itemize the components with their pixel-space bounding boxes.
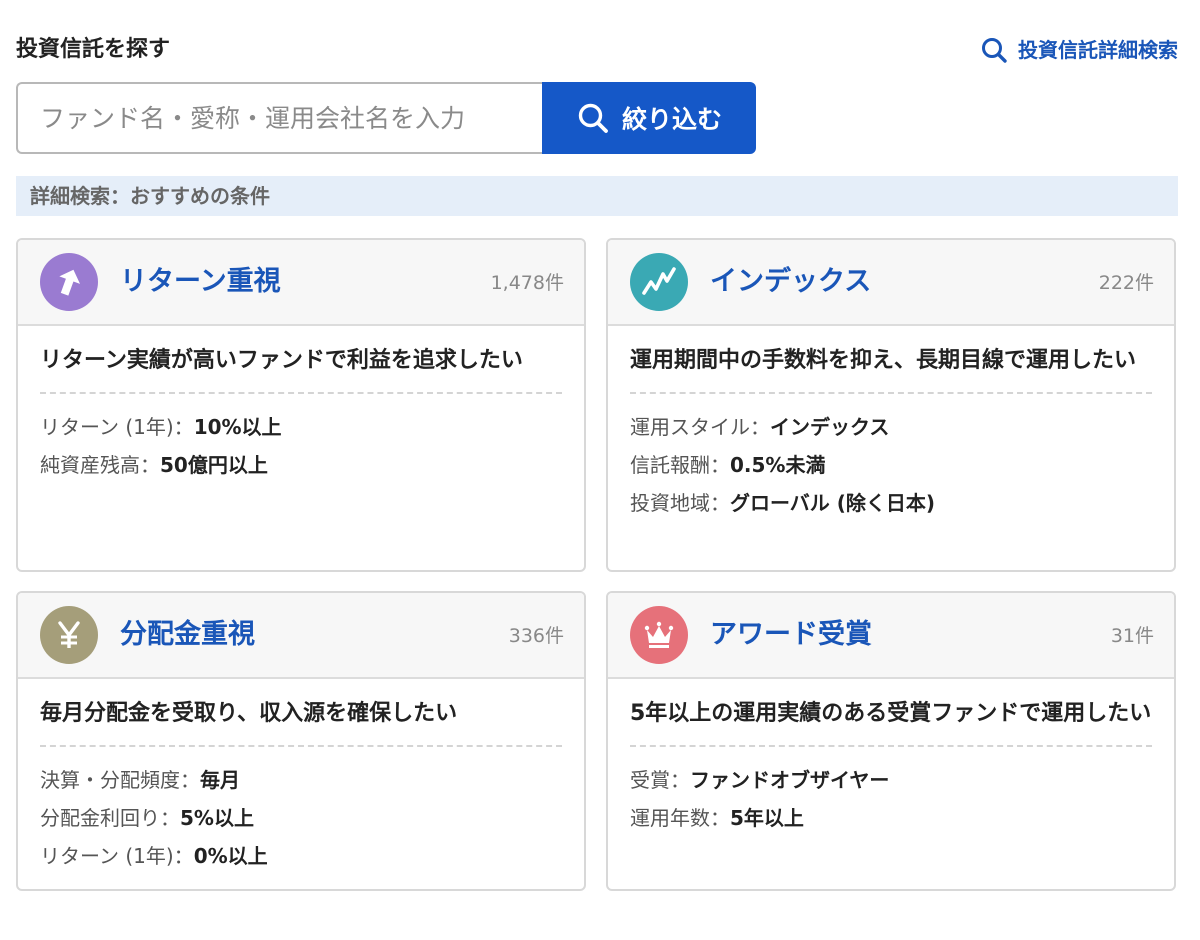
criteria-item: リターン (1年)：10%以上 [40, 415, 282, 439]
fund-search-input[interactable] [16, 82, 542, 154]
criteria-item: 運用年数：5年以上 [630, 806, 804, 830]
search-icon [982, 38, 1007, 63]
card-header[interactable]: リターン重視 1,478件 [18, 240, 584, 326]
card-header[interactable]: アワード受賞 31件 [608, 593, 1174, 679]
page-title: 投資信託を探す [16, 37, 171, 62]
card-description: 運用期間中の手数料を抑え、長期目線で運用したい [630, 344, 1152, 394]
result-count: 336件 [508, 625, 564, 647]
card-title[interactable]: インデックス [710, 262, 871, 302]
up-arrow-icon [40, 253, 98, 311]
criteria-list: 決算・分配頻度：毎月 分配金利回り：5%以上 リターン (1年)：0%以上 [40, 747, 562, 875]
page-header: 投資信託を探す 投資信託詳細検索 [16, 34, 1178, 70]
category-card-index[interactable]: インデックス 222件 運用期間中の手数料を抑え、長期目線で運用したい 運用スタ… [606, 238, 1176, 572]
yen-icon [40, 606, 98, 664]
criteria-list: 受賞：ファンドオブザイヤー 運用年数：5年以上 [630, 747, 1152, 837]
criteria-item: 受賞：ファンドオブザイヤー [630, 768, 890, 792]
criteria-item: 分配金利回り：5%以上 [40, 806, 254, 830]
result-count: 1,478件 [490, 272, 564, 294]
crown-icon [630, 606, 688, 664]
card-title[interactable]: リターン重視 [120, 262, 281, 302]
category-card-award[interactable]: アワード受賞 31件 5年以上の運用実績のある受賞ファンドで運用したい 受賞：フ… [606, 591, 1176, 891]
filter-button-label: 絞り込む [621, 105, 722, 134]
criteria-item: リターン (1年)：0%以上 [40, 844, 268, 868]
category-card-return[interactable]: リターン重視 1,478件 リターン実績が高いファンドで利益を追求したい リター… [16, 238, 586, 572]
result-count: 31件 [1110, 625, 1154, 647]
card-header[interactable]: インデックス 222件 [608, 240, 1174, 326]
criteria-item: 純資産残高：50億円以上 [40, 453, 268, 477]
category-card-dividend[interactable]: 分配金重視 336件 毎月分配金を受取り、収入源を確保したい 決算・分配頻度：毎… [16, 591, 586, 891]
search-icon [578, 103, 608, 133]
card-description: 毎月分配金を受取り、収入源を確保したい [40, 697, 562, 747]
criteria-item: 信託報酬：0.5%未満 [630, 453, 826, 477]
criteria-list: 運用スタイル：インデックス 信託報酬：0.5%未満 投資地域：グローバル (除く… [630, 394, 1152, 522]
result-count: 222件 [1098, 272, 1154, 294]
search-bar: 絞り込む [16, 82, 756, 154]
card-description: 5年以上の運用実績のある受賞ファンドで運用したい [630, 697, 1152, 747]
criteria-list: リターン (1年)：10%以上 純資産残高：50億円以上 [40, 394, 562, 484]
advanced-search-label: 投資信託詳細検索 [1018, 38, 1178, 62]
card-title[interactable]: 分配金重視 [120, 615, 255, 655]
advanced-search-link[interactable]: 投資信託詳細検索 [980, 34, 1178, 66]
trend-line-icon [630, 253, 688, 311]
card-description: リターン実績が高いファンドで利益を追求したい [40, 344, 562, 394]
section-header: 詳細検索：おすすめの条件 [16, 176, 1178, 216]
filter-button[interactable]: 絞り込む [542, 82, 756, 154]
card-header[interactable]: 分配金重視 336件 [18, 593, 584, 679]
card-title[interactable]: アワード受賞 [710, 615, 872, 655]
criteria-item: 運用スタイル：インデックス [630, 415, 890, 439]
criteria-item: 投資地域：グローバル (除く日本) [630, 491, 936, 515]
criteria-item: 決算・分配頻度：毎月 [40, 768, 240, 792]
